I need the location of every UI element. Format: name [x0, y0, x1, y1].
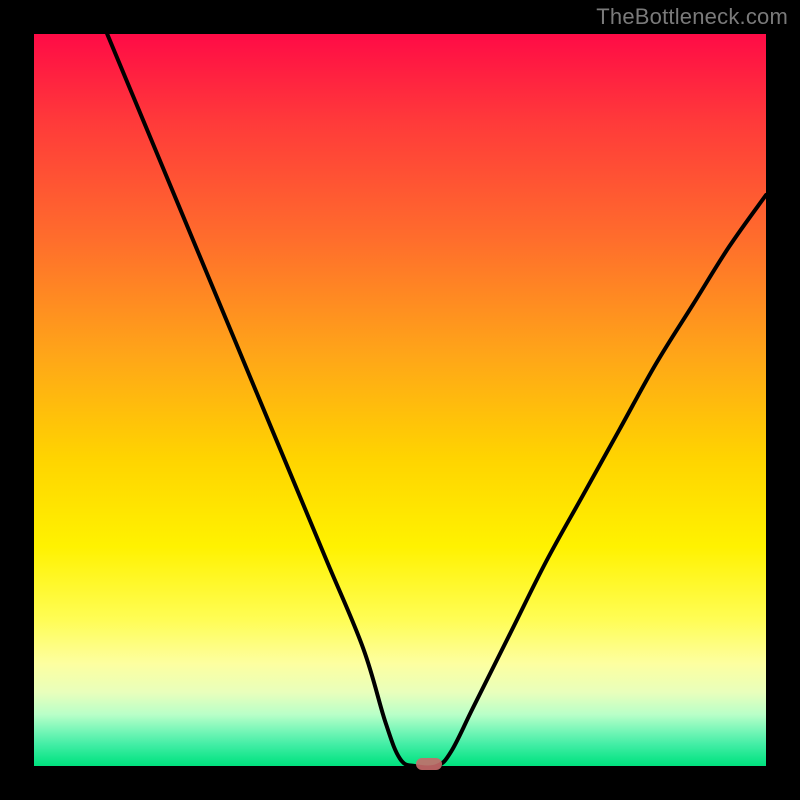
curve-svg — [34, 34, 766, 766]
plot-area — [34, 34, 766, 766]
watermark-text: TheBottleneck.com — [596, 4, 788, 30]
bottleneck-curve — [107, 34, 766, 766]
optimal-point-marker — [416, 758, 442, 770]
chart-frame: TheBottleneck.com — [0, 0, 800, 800]
